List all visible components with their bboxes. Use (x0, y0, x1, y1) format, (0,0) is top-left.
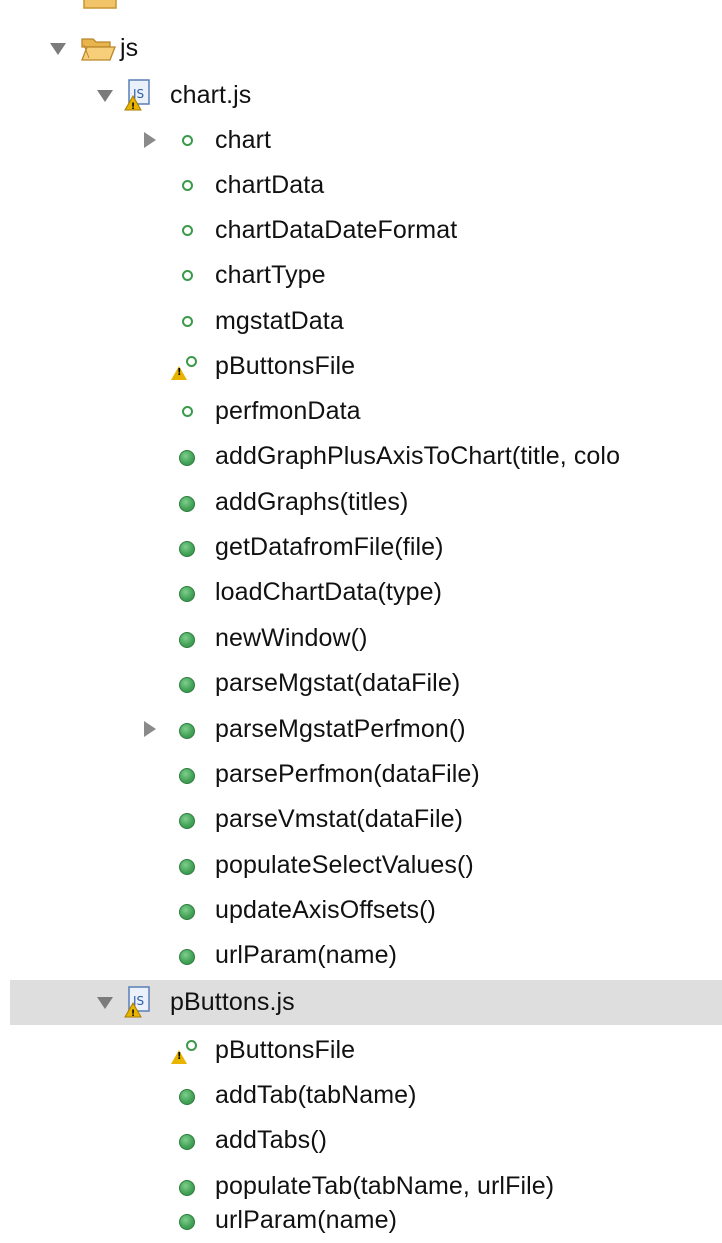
tree-row-method[interactable]: urlParam(name) (0, 1198, 722, 1243)
tree-row-label: urlParam(name) (215, 941, 398, 969)
tree-row-label: js (120, 34, 139, 62)
expanded-chevron-icon[interactable] (50, 43, 66, 55)
tree-row-label: chartType (215, 261, 326, 289)
tree-row-label: mgstatData (215, 307, 344, 335)
method-icon (179, 723, 195, 739)
field-icon (182, 135, 193, 146)
field-icon (182, 406, 193, 417)
expanded-chevron-icon[interactable] (97, 90, 113, 102)
method-icon (179, 859, 195, 875)
field-icon (182, 180, 193, 191)
field-icon (182, 225, 193, 236)
tree-row-label: newWindow() (215, 624, 368, 652)
expanded-chevron-icon[interactable] (97, 997, 113, 1009)
tree-row-method[interactable]: parseMgstat(dataFile) (0, 661, 722, 706)
tree-row-method[interactable]: loadChartData(type) (0, 570, 722, 615)
tree-row-label: parseMgstatPerfmon() (215, 715, 466, 743)
tree-row-method[interactable]: parsePerfmon(dataFile) (0, 752, 722, 797)
tree-row-method[interactable]: urlParam(name) (0, 933, 722, 978)
tree-row-chart-js[interactable]: JS ! chart.js (0, 73, 722, 118)
tree-row-label: pButtonsFile (215, 1036, 356, 1064)
tree-row-label: updateAxisOffsets() (215, 896, 436, 924)
tree-row-field[interactable]: mgstatData (0, 299, 722, 344)
method-icon (179, 496, 195, 512)
tree-row-field[interactable]: chartDataDateFormat (0, 208, 722, 253)
collapsed-chevron-icon[interactable] (144, 721, 156, 737)
tree-row-label: parseVmstat(dataFile) (215, 805, 464, 833)
collapsed-chevron-icon[interactable] (144, 132, 156, 148)
tree-row-method[interactable]: updateAxisOffsets() (0, 888, 722, 933)
method-icon (179, 450, 195, 466)
tree-row-label: addGraphPlusAxisToChart(title, colo (215, 442, 621, 470)
tree-row-label: chart (215, 126, 272, 154)
method-icon (179, 949, 195, 965)
tree-row-method[interactable]: populateSelectValues() (0, 843, 722, 888)
open-folder-icon (81, 38, 116, 61)
field-icon (186, 1040, 197, 1051)
method-icon (179, 768, 195, 784)
tree-row-label: parsePerfmon(dataFile) (215, 760, 480, 788)
tree-row-label: chartData (215, 171, 325, 199)
method-icon (179, 1214, 195, 1230)
tree-row-field[interactable]: chart (0, 118, 722, 163)
tree-row-method[interactable]: addGraphs(titles) (0, 480, 722, 525)
tree-row-field[interactable]: chartData (0, 163, 722, 208)
warning-icon (171, 1050, 187, 1064)
js-file-icon: JS ! (124, 79, 150, 112)
tree-row-method[interactable]: parseMgstatPerfmon() (0, 707, 722, 752)
tree-row-method[interactable]: addTabs() (0, 1118, 722, 1163)
field-icon (186, 356, 197, 367)
method-icon (179, 1089, 195, 1105)
field-icon (182, 316, 193, 327)
method-icon (179, 541, 195, 557)
tree-row-label: getDatafromFile(file) (215, 533, 444, 561)
tree-row-method[interactable]: newWindow() (0, 616, 722, 661)
tree-row-method[interactable]: parseVmstat(dataFile) (0, 797, 722, 842)
method-icon (179, 1180, 195, 1196)
tree-row-label: pButtonsFile (215, 352, 356, 380)
tree-row-method[interactable]: addGraphPlusAxisToChart(title, colo (0, 434, 722, 479)
tree-row-label: chartDataDateFormat (215, 216, 458, 244)
tree-row-label: loadChartData(type) (215, 578, 443, 606)
method-icon (179, 904, 195, 920)
tree-row-label: perfmonData (215, 397, 361, 425)
tree-row-label: chart.js (170, 81, 252, 109)
tree-row-label: addGraphs(titles) (215, 488, 409, 516)
tree-row-pbuttons-js[interactable]: JS ! pButtons.js (10, 980, 722, 1025)
field-icon (182, 270, 193, 281)
js-file-icon: JS ! (124, 986, 150, 1019)
svg-text:!: ! (131, 102, 135, 112)
tree-row-field[interactable]: chartType (0, 253, 722, 298)
tree-row-js-folder[interactable]: js (0, 26, 722, 71)
tree-row-method[interactable]: addTab(tabName) (0, 1073, 722, 1118)
tree-row-label: pButtons.js (170, 988, 295, 1016)
tree-row-label: addTab(tabName) (215, 1081, 417, 1109)
tree-row-label: parseMgstat(dataFile) (215, 669, 461, 697)
tree-row-method[interactable]: getDatafromFile(file) (0, 525, 722, 570)
method-icon (179, 586, 195, 602)
method-icon (179, 1134, 195, 1150)
tree-row-partial-label: ... (130, 0, 160, 5)
method-icon (179, 632, 195, 648)
svg-text:!: ! (131, 1009, 135, 1019)
warning-icon (171, 366, 187, 380)
tree-row-field[interactable]: perfmonData (0, 389, 722, 434)
tree-row-field[interactable]: pButtonsFile (0, 1028, 722, 1073)
tree-row-field[interactable]: pButtonsFile (0, 344, 722, 389)
method-icon (179, 677, 195, 693)
tree-row-label: urlParam(name) (215, 1206, 398, 1234)
tree-row-label: populateSelectValues() (215, 851, 474, 879)
folder-icon (83, 0, 117, 9)
method-icon (179, 813, 195, 829)
tree-row-label: addTabs() (215, 1126, 328, 1154)
